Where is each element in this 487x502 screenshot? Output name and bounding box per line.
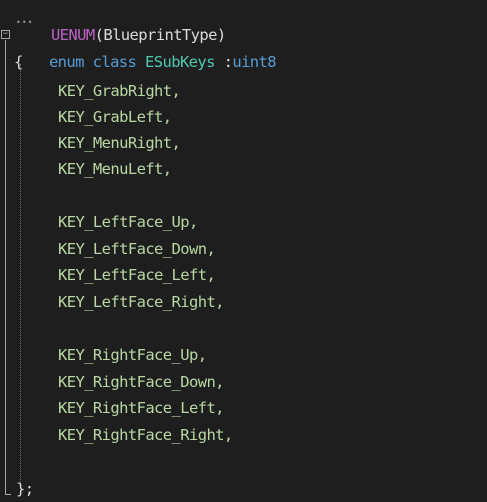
enum-value-line[interactable]: KEY_LeftFace_Right, bbox=[58, 290, 225, 314]
code-line-close-brace[interactable]: }; bbox=[16, 477, 34, 501]
enum-value-line[interactable]: KEY_GrabLeft, bbox=[58, 105, 172, 129]
fold-collapse-icon[interactable]: − bbox=[1, 30, 10, 39]
fold-region-line bbox=[5, 40, 6, 495]
enum-value-line[interactable]: KEY_LeftFace_Left, bbox=[58, 263, 216, 287]
enum-value-line[interactable]: KEY_RightFace_Down, bbox=[58, 370, 225, 394]
enum-value-line[interactable]: KEY_GrabRight, bbox=[58, 79, 181, 103]
fold-region-end bbox=[5, 494, 11, 495]
underlying-type: uint8 bbox=[232, 53, 277, 71]
keyword-enum: enum bbox=[48, 53, 85, 71]
enum-value-line[interactable]: KEY_MenuRight, bbox=[58, 131, 181, 155]
keyword-class: class bbox=[92, 53, 137, 71]
enum-type-name: ESubKeys bbox=[145, 53, 215, 71]
code-line-open-brace[interactable]: { bbox=[14, 50, 23, 74]
indent-guide bbox=[20, 64, 21, 484]
code-editor[interactable]: − ••• UENUM(BlueprintType) enum class ES… bbox=[0, 0, 487, 502]
enum-value-line[interactable]: KEY_RightFace_Up, bbox=[58, 343, 207, 367]
enum-value-line[interactable]: KEY_MenuLeft, bbox=[58, 157, 172, 181]
colon-separator: : bbox=[214, 53, 233, 71]
enum-value-line[interactable]: KEY_RightFace_Right, bbox=[58, 423, 233, 447]
enum-value-line[interactable]: KEY_LeftFace_Down, bbox=[58, 237, 216, 261]
code-line-macro[interactable]: UENUM(BlueprintType) bbox=[16, 0, 226, 44]
code-line-enum-declaration[interactable]: enum class ESubKeys :uint8 bbox=[14, 26, 277, 71]
enum-value-line[interactable]: KEY_RightFace_Left, bbox=[58, 396, 225, 420]
enum-value-line[interactable]: KEY_LeftFace_Up, bbox=[58, 210, 198, 234]
